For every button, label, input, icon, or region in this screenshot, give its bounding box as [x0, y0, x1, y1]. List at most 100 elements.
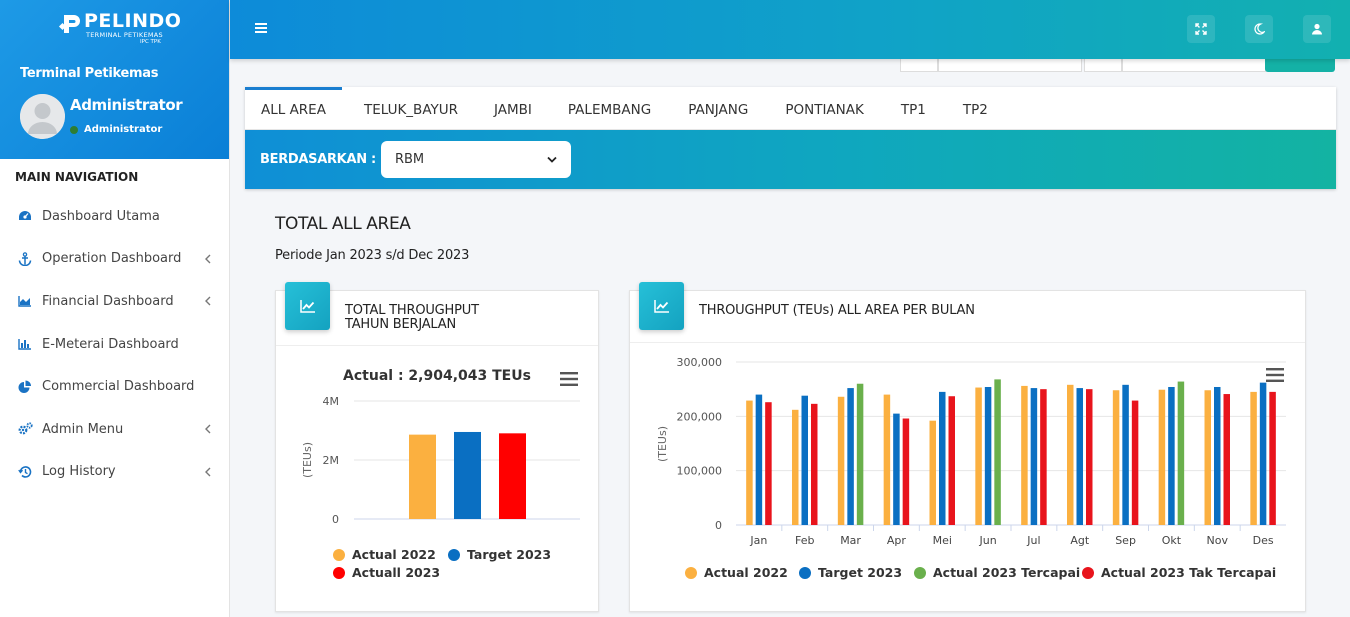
x-tick-label: Jun	[978, 534, 996, 547]
bar-target-2023-jun[interactable]	[984, 386, 992, 525]
x-tick-label: Mei	[933, 534, 952, 547]
bar-target-2023-jul[interactable]	[1030, 388, 1038, 525]
sidebar-header: PELINDO TERMINAL PETIKEMAS IPC TPK Termi…	[0, 0, 229, 159]
hamburger-menu-icon[interactable]	[254, 21, 268, 35]
bar-actual-2023-nov[interactable]	[1223, 394, 1231, 525]
legend-actual-2022[interactable]: Actual 2022	[685, 565, 788, 580]
bar-actual-2023-des[interactable]	[1269, 391, 1276, 525]
bar-actual-2022-apr[interactable]	[883, 394, 891, 525]
bar-actual-2023-sep[interactable]	[1131, 400, 1139, 525]
bar-actual-2023-jul[interactable]	[1040, 389, 1047, 525]
bar-actual-2022-sep[interactable]	[1112, 390, 1120, 525]
card-icon	[285, 282, 330, 330]
bar-actual-2023-jan[interactable]	[765, 402, 772, 525]
legend-target-2023[interactable]: Target 2023	[448, 547, 551, 562]
bar-actual-2022-nov[interactable]	[1204, 390, 1212, 525]
bar-actual-2022-mei[interactable]	[929, 420, 937, 525]
tab-tp1[interactable]: TP1	[880, 87, 942, 129]
bar-actual-2023-jun[interactable]	[994, 379, 1001, 525]
bar-target-2023-mar[interactable]	[847, 388, 854, 525]
bar-actuall-2023[interactable]	[499, 433, 526, 519]
bar-actual-2022-des[interactable]	[1250, 391, 1257, 525]
tab-all-area[interactable]: ALL AREA	[245, 87, 342, 129]
nav-item-dashboard-utama[interactable]: Dashboard Utama	[0, 195, 229, 238]
bar-target-2023[interactable]	[454, 431, 481, 519]
bar-target-2023-nov[interactable]	[1214, 386, 1221, 525]
legend-actual-2023-tak-tercapai[interactable]: Actual 2023 Tak Tercapai	[1082, 565, 1276, 580]
bar-actual-2022-mar[interactable]	[837, 396, 845, 525]
dark-mode-button[interactable]	[1245, 15, 1273, 43]
legend-actual-2022[interactable]: Actual 2022	[333, 547, 436, 562]
x-tick-label: Agt	[1070, 534, 1090, 547]
bar-actual-2022-jul[interactable]	[1021, 385, 1028, 525]
bar-actual-2022[interactable]	[409, 434, 436, 519]
fullscreen-button[interactable]	[1187, 15, 1215, 43]
avatar[interactable]	[20, 94, 65, 139]
tab-pontianak[interactable]: PONTIANAK	[764, 87, 880, 129]
legend-swatch	[1082, 566, 1094, 579]
nav-item-label: Dashboard Utama	[42, 208, 160, 224]
nav-item-label: Financial Dashboard	[42, 293, 174, 309]
bar-actual-2022-jun[interactable]	[975, 387, 982, 525]
nav-item-commercial-dashboard[interactable]: Commercial Dashboard	[0, 365, 229, 408]
nav-item-operation-dashboard[interactable]: Operation Dashboard	[0, 238, 229, 281]
bar-actual-2022-okt[interactable]	[1158, 389, 1166, 525]
legend-swatch	[685, 566, 697, 579]
x-tick-label: Jan	[749, 534, 767, 547]
y-tick-label: 200,000	[677, 410, 723, 423]
x-tick-label: Apr	[887, 534, 907, 547]
moon-icon	[1254, 23, 1265, 35]
nav-item-label: E-Meterai Dashboard	[42, 336, 179, 352]
legend-actual-2023[interactable]: Actuall 2023	[333, 565, 440, 580]
bar-actual-2023-apr[interactable]	[902, 418, 910, 525]
tab-palembang[interactable]: PALEMBANG	[548, 87, 667, 129]
area-type-select[interactable]: RBM	[380, 141, 571, 178]
x-tick-label: Sep	[1115, 534, 1136, 547]
x-tick-label: Feb	[795, 534, 814, 547]
bar-target-2023-sep[interactable]	[1122, 384, 1129, 525]
bar-target-2023-okt[interactable]	[1168, 386, 1175, 525]
y-tick-label: 0	[715, 519, 722, 532]
legend-label: Actual 2022	[352, 547, 436, 562]
x-tick-label: Mar	[840, 534, 861, 547]
legend-target-2023[interactable]: Target 2023	[799, 565, 902, 580]
tab-jambi[interactable]: JAMBI	[474, 87, 548, 129]
pelindo-logo[interactable]: PELINDO TERMINAL PETIKEMAS IPC TPK	[58, 10, 181, 48]
tab-tp2[interactable]: TP2	[942, 87, 1004, 129]
bar-actual-2023-mar[interactable]	[856, 383, 864, 525]
bar-actual-2022-agt[interactable]	[1067, 384, 1074, 525]
tab-panjang[interactable]: PANJANG	[667, 87, 764, 129]
chevron-left-icon	[205, 424, 211, 434]
select-value: RBM	[394, 152, 425, 167]
tab-teluk-bayur[interactable]: TELUK_BAYUR	[342, 87, 474, 129]
bar-target-2023-agt[interactable]	[1076, 388, 1084, 525]
bar-actual-2022-jan[interactable]	[746, 400, 753, 525]
bar-actual-2023-okt[interactable]	[1177, 381, 1185, 525]
legend-swatch	[333, 566, 345, 579]
bar-target-2023-jan[interactable]	[755, 394, 763, 525]
bar-target-2023-apr[interactable]	[893, 413, 900, 525]
bar-actual-2023-feb[interactable]	[811, 403, 818, 525]
y-tick-label: 0	[332, 513, 339, 526]
nav-item-financial-dashboard[interactable]: Financial Dashboard	[0, 280, 229, 323]
card-icon	[639, 282, 684, 330]
user-menu-button[interactable]	[1303, 15, 1331, 43]
bar-target-2023-mei[interactable]	[939, 391, 946, 525]
bar-chart-icon	[17, 337, 33, 351]
total-throughput-chart: Actual : 2,904,043 TEUs 0 2M 4M (TEUs)	[301, 368, 580, 526]
nav-item-label: Admin Menu	[42, 421, 124, 437]
bar-actual-2023-mei[interactable]	[948, 396, 956, 525]
chevron-left-icon	[205, 467, 211, 477]
bar-actual-2022-feb[interactable]	[792, 409, 799, 525]
nav-item-admin-menu[interactable]: Admin Menu	[0, 408, 229, 451]
bar-target-2023-feb[interactable]	[801, 395, 809, 525]
user-role: Administrator	[84, 124, 163, 135]
legend-label: Target 2023	[818, 565, 903, 580]
y-tick-label: 100,000	[677, 465, 723, 478]
bar-target-2023-des[interactable]	[1259, 382, 1267, 525]
legend-label: Actual 2023 Tak Tercapai	[1101, 565, 1277, 580]
bar-actual-2023-agt[interactable]	[1086, 389, 1093, 525]
legend-actual-2023-tercapai[interactable]: Actual 2023 Tercapai	[914, 565, 1080, 580]
nav-item-log-history[interactable]: Log History	[0, 451, 229, 494]
nav-item-e-meterai-dashboard[interactable]: E-Meterai Dashboard	[0, 323, 229, 366]
